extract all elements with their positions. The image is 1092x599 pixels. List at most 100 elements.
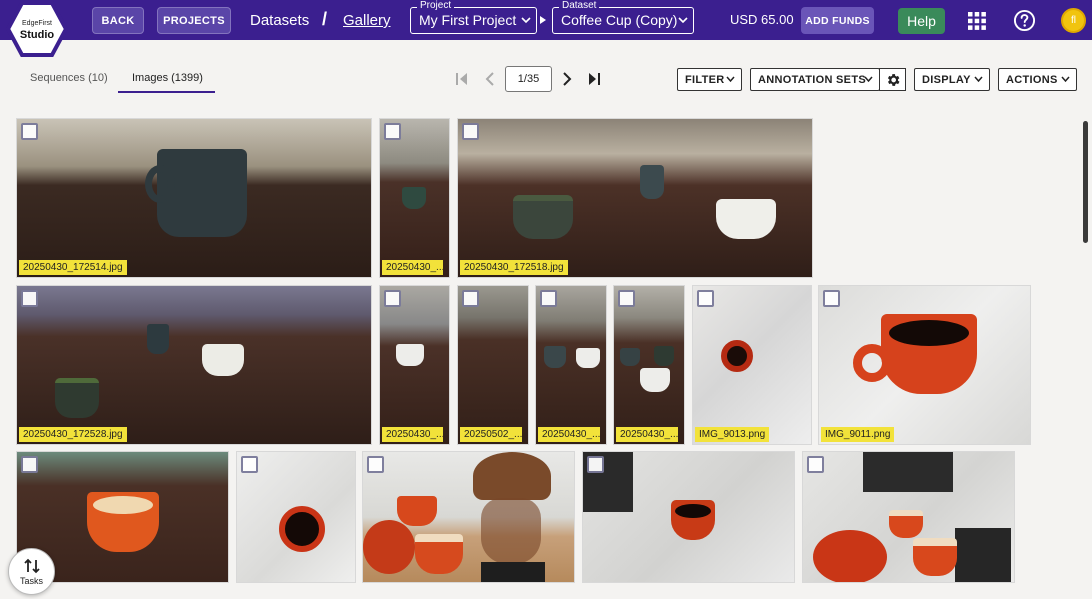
cup-shape (397, 496, 437, 526)
image-caption: 20250430_... (382, 427, 443, 442)
gallery-thumbnail (458, 119, 812, 277)
first-page-icon[interactable] (454, 71, 470, 87)
scale-shape (481, 562, 545, 582)
mug-shape (654, 346, 674, 366)
display-button-label: DISPLAY (922, 73, 971, 86)
help-button[interactable]: Help (898, 8, 945, 34)
dataset-select[interactable]: Dataset Coffee Cup (Copy) (552, 0, 694, 34)
gear-icon (887, 73, 899, 86)
cup-shape (279, 506, 325, 552)
annotation-sets-button-label: ANNOTATION SETS (758, 73, 866, 86)
page-indicator[interactable]: 1/35 (505, 66, 552, 92)
select-checkbox[interactable] (384, 123, 401, 140)
select-checkbox[interactable] (384, 290, 401, 307)
tab-sequences[interactable]: Sequences (10) (30, 72, 108, 84)
tasks-button[interactable]: Tasks (8, 548, 55, 595)
filter-button[interactable]: FILTER (677, 68, 742, 91)
help-question-icon[interactable] (1013, 9, 1036, 32)
gallery-tile[interactable]: IMG_9011.png (818, 285, 1031, 445)
gallery-tile[interactable]: 20250430_172518.jpg (457, 118, 813, 278)
annotation-sets-button[interactable]: ANNOTATION SETS (750, 68, 880, 91)
mug-shape (544, 346, 566, 368)
sort-arrows-icon (23, 558, 40, 574)
plate-shape (813, 530, 887, 582)
gallery-tile[interactable]: 20250430_172528.jpg (16, 285, 372, 445)
display-button[interactable]: DISPLAY (914, 68, 990, 91)
select-checkbox[interactable] (21, 456, 38, 473)
plate-shape (363, 520, 415, 574)
gallery-tile[interactable]: IMG_9013.png (692, 285, 812, 445)
dataset-select-value: Coffee Cup (Copy) (561, 12, 678, 28)
actions-button[interactable]: ACTIONS (998, 68, 1077, 91)
select-checkbox[interactable] (697, 290, 714, 307)
mug-shape (620, 348, 640, 366)
annotation-settings-button[interactable] (879, 68, 906, 91)
back-button[interactable]: BACK (92, 7, 144, 34)
select-checkbox[interactable] (540, 290, 557, 307)
mug-shape (147, 324, 169, 354)
image-caption: IMG_9011.png (821, 427, 895, 442)
select-checkbox[interactable] (367, 456, 384, 473)
gallery-tile[interactable]: 20250430_... (379, 285, 450, 445)
image-caption: 20250430_... (616, 427, 678, 442)
breadcrumb-separator: / (322, 9, 328, 29)
projects-button[interactable]: PROJECTS (157, 7, 231, 34)
select-checkbox[interactable] (587, 456, 604, 473)
select-checkbox[interactable] (241, 456, 258, 473)
breadcrumb-datasets[interactable]: Datasets (250, 12, 309, 29)
tab-images[interactable]: Images (1399) (132, 72, 203, 84)
coffee-shape (889, 320, 969, 346)
mug-shape (640, 368, 670, 392)
logo-text-top: EdgeFirst (22, 20, 52, 27)
breadcrumb-gallery[interactable]: Gallery (343, 12, 391, 29)
gallery-tile[interactable]: 20250430_... (535, 285, 607, 445)
select-checkbox[interactable] (462, 123, 479, 140)
edgefirst-studio-logo[interactable]: EdgeFirst Studio (6, 1, 68, 57)
mug-handle-shape (145, 165, 175, 203)
coffee-filter-shape (473, 452, 551, 500)
select-checkbox[interactable] (21, 290, 38, 307)
image-caption: IMG_9013.png (695, 427, 770, 442)
select-checkbox[interactable] (21, 123, 38, 140)
image-caption: 20250430_172514.jpg (19, 260, 127, 275)
coffee-shape (675, 504, 711, 518)
cup-shape (889, 510, 923, 538)
image-caption: 20250502_... (460, 427, 522, 442)
next-page-icon[interactable] (559, 71, 575, 87)
select-checkbox[interactable] (462, 290, 479, 307)
gallery-tile[interactable]: 20250502_... (457, 285, 529, 445)
cup-inner-shape (93, 496, 153, 514)
previous-page-icon[interactable] (482, 71, 498, 87)
mug-shape (716, 199, 776, 239)
cup-shape (721, 340, 753, 372)
gallery-thumbnail (693, 286, 811, 444)
gallery-tile[interactable] (582, 451, 795, 583)
project-select[interactable]: Project My First Project (410, 0, 537, 34)
user-avatar[interactable]: fl (1061, 8, 1086, 33)
select-checkbox[interactable] (618, 290, 635, 307)
logo-text-bottom: Studio (20, 29, 54, 41)
select-checkbox[interactable] (807, 456, 824, 473)
gallery-tile[interactable]: 20250430_... (613, 285, 685, 445)
chemex-shape (481, 498, 541, 564)
select-checkbox[interactable] (823, 290, 840, 307)
machine-shape (863, 452, 953, 492)
mug-shape (402, 187, 426, 209)
image-caption: 20250430_... (382, 260, 443, 275)
gallery-tile[interactable]: 20250430_... (379, 118, 450, 278)
gallery-tile[interactable] (236, 451, 356, 583)
gallery-tile[interactable] (362, 451, 575, 583)
project-select-value: My First Project (419, 12, 517, 28)
gallery-tile[interactable] (802, 451, 1015, 583)
chevron-down-icon (974, 76, 983, 83)
mug-shape (640, 165, 664, 199)
mug-shape (202, 344, 244, 376)
apps-grid-icon[interactable] (967, 11, 987, 31)
image-caption: 20250430_172528.jpg (19, 427, 127, 442)
chevron-down-icon (678, 17, 688, 24)
gallery-tile[interactable]: 20250430_172514.jpg (16, 118, 372, 278)
mug-shape (513, 195, 573, 239)
vertical-scrollbar[interactable] (1083, 121, 1088, 243)
last-page-icon[interactable] (586, 71, 602, 87)
add-funds-button[interactable]: ADD FUNDS (801, 7, 874, 34)
